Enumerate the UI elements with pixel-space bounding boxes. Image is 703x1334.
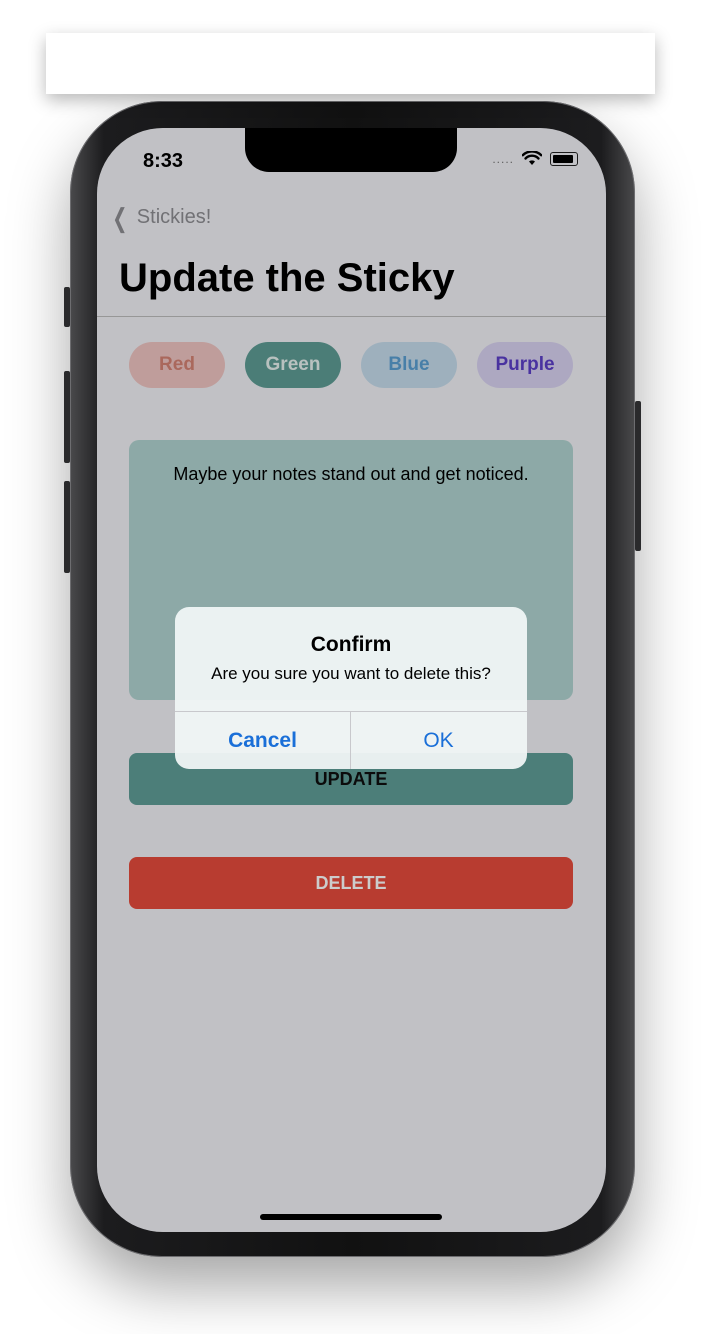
confirm-dialog: Confirm Are you sure you want to delete … xyxy=(175,607,527,769)
mute-switch xyxy=(64,287,70,327)
volume-up-button xyxy=(64,371,70,463)
cancel-button[interactable]: Cancel xyxy=(175,712,350,769)
dialog-title: Confirm xyxy=(310,633,392,656)
volume-down-button xyxy=(64,481,70,573)
notch xyxy=(245,128,457,172)
phone-screen: 8:33 ..... ❮ Stickies! Update the Sticky… xyxy=(97,128,606,1232)
ok-button[interactable]: OK xyxy=(351,712,526,769)
dialog-message: Are you sure you want to delete this? xyxy=(211,664,491,683)
home-indicator[interactable] xyxy=(260,1214,442,1220)
power-button xyxy=(635,401,641,551)
top-banner xyxy=(46,33,655,94)
